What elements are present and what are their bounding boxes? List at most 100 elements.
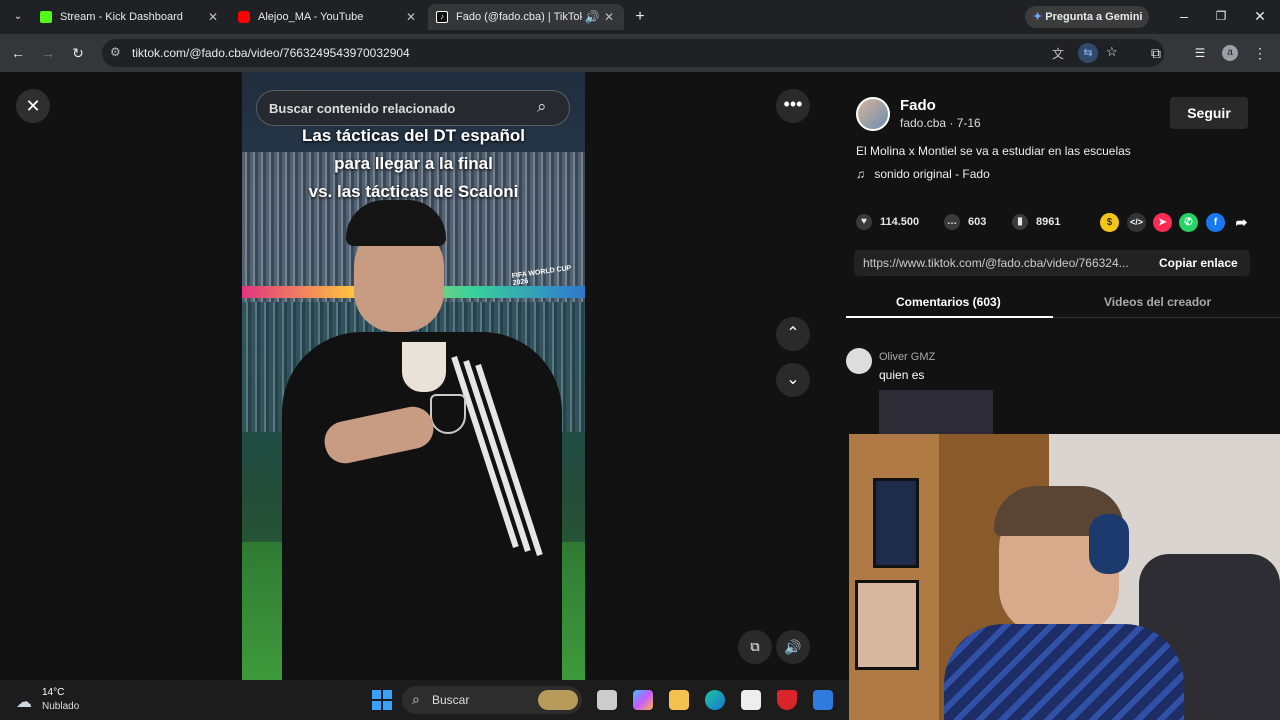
headset-icon bbox=[1089, 514, 1129, 574]
like-button[interactable]: ♥ 114.500 bbox=[856, 212, 919, 232]
taskbar-search-box[interactable]: ⌕ Buscar bbox=[402, 686, 582, 714]
profile-avatar[interactable]: a bbox=[1222, 45, 1238, 61]
gemini-icon: ✦ bbox=[1033, 11, 1043, 23]
browser-tab-strip: ⌄ Stream - Kick Dashboard ✕ Alejoo_MA - … bbox=[0, 0, 1280, 34]
speaker-icon[interactable]: 🔊 bbox=[582, 10, 602, 24]
gemini-label: Pregunta a Gemini bbox=[1045, 11, 1143, 23]
comment-button[interactable]: … 603 bbox=[944, 212, 986, 232]
comment-username[interactable]: Oliver GMZ bbox=[879, 351, 935, 363]
close-tab-icon[interactable]: ✕ bbox=[404, 10, 418, 24]
cast-icon[interactable]: ⇆ bbox=[1078, 43, 1098, 63]
coin-icon[interactable]: $ bbox=[1100, 213, 1119, 232]
close-tab-icon[interactable]: ✕ bbox=[206, 10, 220, 24]
mcafee-icon[interactable] bbox=[777, 690, 797, 710]
mail-icon[interactable] bbox=[813, 690, 833, 710]
reading-list-icon[interactable]: ☰ bbox=[1190, 43, 1210, 63]
next-video-button[interactable]: ⌄ bbox=[776, 363, 810, 397]
afa-crest-icon bbox=[430, 394, 466, 434]
search-highlight-image bbox=[538, 690, 578, 710]
bookmark-star-icon[interactable]: ☆ bbox=[1106, 44, 1118, 60]
comment-count: 603 bbox=[968, 216, 987, 228]
taskbar-search-label: Buscar bbox=[432, 693, 470, 707]
site-info-icon[interactable]: ⚙ bbox=[110, 45, 121, 59]
video-player[interactable]: FIFA WORLD CUP 2026 Las tácticas del DT … bbox=[242, 72, 585, 680]
extensions-icon[interactable]: ⧉ bbox=[1146, 43, 1166, 63]
weather-condition[interactable]: Nublado bbox=[42, 701, 79, 712]
tab-title: Stream - Kick Dashboard bbox=[60, 11, 183, 23]
minimize-icon[interactable]: – bbox=[1174, 6, 1194, 26]
facebook-icon[interactable]: f bbox=[1206, 213, 1225, 232]
browser-toolbar: ← → ↻ ⚙ tiktok.com/@fado.cba/video/76632… bbox=[0, 34, 1280, 72]
copilot-icon[interactable] bbox=[633, 690, 653, 710]
share-link-box: https://www.tiktok.com/@fado.cba/video/7… bbox=[854, 250, 1250, 276]
new-tab-icon[interactable]: + bbox=[630, 7, 650, 27]
menu-kebab-icon[interactable]: ⋮ bbox=[1250, 43, 1270, 63]
heart-icon: ♥ bbox=[856, 214, 872, 230]
forward-icon[interactable]: → bbox=[38, 43, 58, 63]
comment-image[interactable] bbox=[879, 390, 993, 436]
youtube-icon bbox=[238, 11, 250, 23]
save-count: 8961 bbox=[1036, 216, 1061, 228]
share-link-text[interactable]: https://www.tiktok.com/@fado.cba/video/7… bbox=[863, 256, 1129, 270]
copy-link-button[interactable]: Copiar enlace bbox=[1159, 256, 1238, 270]
tab-comments[interactable]: Comentarios (603) bbox=[896, 295, 1001, 309]
weather-temperature[interactable]: 14°C bbox=[42, 687, 64, 698]
browser-tab-kick[interactable]: Stream - Kick Dashboard ✕ bbox=[32, 4, 228, 30]
comment-text: quien es bbox=[879, 368, 925, 382]
close-video-button[interactable]: ✕ bbox=[16, 89, 50, 123]
address-bar[interactable]: ⚙ tiktok.com/@fado.cba/video/76632495439… bbox=[102, 39, 1164, 67]
previous-video-button[interactable]: ⌃ bbox=[776, 317, 810, 351]
tab-search-chevron-icon[interactable]: ⌄ bbox=[8, 7, 28, 27]
send-to-friends-icon[interactable]: ➤ bbox=[1153, 213, 1172, 232]
picture-in-picture-icon[interactable]: ⧉ bbox=[738, 630, 772, 664]
save-button[interactable]: ▮ 8961 bbox=[1012, 212, 1060, 232]
file-explorer-icon[interactable] bbox=[669, 690, 689, 710]
search-placeholder: Buscar contenido relacionado bbox=[269, 101, 456, 116]
windows-start-icon[interactable] bbox=[372, 690, 392, 710]
music-note-icon: ♫ bbox=[856, 167, 865, 181]
caption-line: Las tácticas del DT español bbox=[302, 126, 525, 145]
follow-button[interactable]: Seguir bbox=[1170, 97, 1248, 129]
search-icon[interactable]: ⌕ bbox=[537, 97, 547, 117]
start-tile bbox=[372, 690, 381, 699]
browser-tab-youtube[interactable]: Alejoo_MA - YouTube ✕ bbox=[230, 4, 426, 30]
volume-icon[interactable]: 🔊 bbox=[776, 630, 810, 664]
like-count: 114.500 bbox=[880, 216, 920, 228]
tab-title: Alejoo_MA - YouTube bbox=[258, 11, 364, 23]
task-view-icon[interactable] bbox=[597, 690, 617, 710]
more-options-button[interactable]: ••• bbox=[776, 89, 810, 123]
close-tab-icon[interactable]: ✕ bbox=[602, 10, 616, 24]
kick-icon bbox=[40, 11, 52, 23]
restore-icon[interactable]: ❐ bbox=[1211, 6, 1231, 26]
tab-creator-videos[interactable]: Videos del creador bbox=[1104, 295, 1211, 309]
cloud-icon[interactable]: ☁ bbox=[16, 692, 32, 712]
reload-icon[interactable]: ↻ bbox=[68, 43, 88, 63]
browser-tab-tiktok[interactable]: ♪ Fado (@fado.cba) | TikTok 🔊 ✕ bbox=[428, 4, 624, 30]
comment-icon: … bbox=[944, 214, 960, 230]
video-caption: Las tácticas del DT español para llegar … bbox=[242, 122, 585, 206]
start-tile bbox=[383, 701, 392, 710]
close-window-icon[interactable]: ✕ bbox=[1250, 6, 1270, 26]
creator-name[interactable]: Fado bbox=[900, 97, 936, 114]
caption-line: vs. las tácticas de Scaloni bbox=[308, 182, 519, 201]
translate-icon[interactable]: 文 bbox=[1052, 45, 1064, 62]
back-icon[interactable]: ← bbox=[8, 43, 28, 63]
commenter-avatar[interactable] bbox=[846, 348, 872, 374]
person-jacket bbox=[282, 332, 562, 680]
caption-line: para llegar a la final bbox=[334, 154, 493, 173]
creator-avatar[interactable] bbox=[856, 97, 890, 131]
tab-title: Fado (@fado.cba) | TikTok bbox=[456, 11, 582, 23]
share-arrow-icon[interactable]: ➦ bbox=[1232, 213, 1251, 232]
embed-icon[interactable]: </> bbox=[1127, 213, 1146, 232]
framed-jersey-poster bbox=[855, 580, 919, 670]
sound-name: sonido original - Fado bbox=[874, 167, 990, 181]
person-shirt bbox=[402, 342, 446, 392]
edge-icon[interactable] bbox=[705, 690, 725, 710]
gemini-button[interactable]: ✦ Pregunta a Gemini bbox=[1025, 6, 1149, 28]
whatsapp-icon[interactable]: ✆ bbox=[1179, 213, 1198, 232]
related-search-input[interactable]: Buscar contenido relacionado ⌕ bbox=[256, 90, 570, 126]
microsoft-store-icon[interactable] bbox=[741, 690, 761, 710]
search-icon: ⌕ bbox=[412, 691, 420, 707]
sound-row[interactable]: ♫ sonido original - Fado bbox=[856, 167, 990, 181]
bookmark-icon: ▮ bbox=[1012, 214, 1028, 230]
